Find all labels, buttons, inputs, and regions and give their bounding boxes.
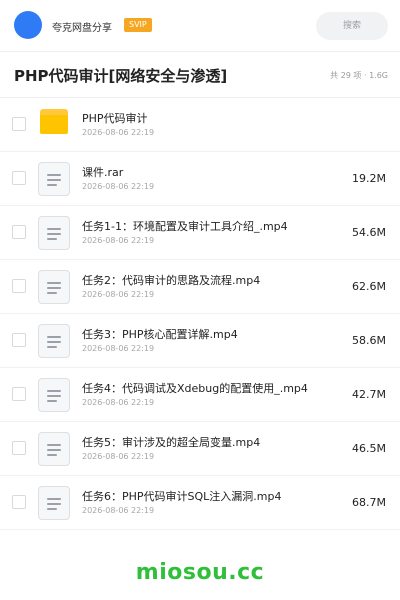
document-icon [38,162,70,196]
brand-name: 夸克网盘分享 [52,23,112,34]
file-name: 任务4：代码调试及Xdebug的配置使用_.mp4 [82,382,308,395]
file-date: 2026-08-06 22:19 [82,182,155,191]
search-button[interactable]: 搜索 [316,12,388,40]
file-date: 2026-08-06 22:19 [82,290,155,299]
file-name: 任务1-1：环境配置及审计工具介绍_.mp4 [82,220,288,233]
select-checkbox[interactable] [12,117,26,131]
file-date: 2026-08-06 22:19 [82,236,155,245]
document-icon [38,432,70,466]
svip-badge: SVIP [124,18,152,32]
select-checkbox[interactable] [12,225,26,239]
file-date: 2026-08-06 22:19 [82,398,155,407]
file-size: 58.6M [352,334,386,347]
file-name: 任务2：代码审计的思路及流程.mp4 [82,274,261,287]
file-size: 68.7M [352,496,386,509]
document-icon [38,270,70,304]
folder-icon [40,109,68,134]
document-icon [38,216,70,250]
file-name: 课件.rar [82,166,124,179]
list-item[interactable]: PHP代码审计 2026-08-06 22:19 [0,98,400,152]
select-checkbox[interactable] [12,387,26,401]
list-item[interactable]: 任务1-1：环境配置及审计工具介绍_.mp4 2026-08-06 22:19 … [0,206,400,260]
site-watermark: miosou.cc [135,560,265,585]
avatar[interactable] [14,11,42,39]
file-date: 2026-08-06 22:19 [82,452,155,461]
list-item[interactable]: 任务4：代码调试及Xdebug的配置使用_.mp4 2026-08-06 22:… [0,368,400,422]
document-icon [38,378,70,412]
document-icon [38,486,70,520]
file-name: 任务3：PHP核心配置详解.mp4 [82,328,238,341]
file-date: 2026-08-06 22:19 [82,128,155,137]
list-item[interactable]: 任务3：PHP核心配置详解.mp4 2026-08-06 22:19 58.6M [0,314,400,368]
select-checkbox[interactable] [12,171,26,185]
list-item[interactable]: 任务2：代码审计的思路及流程.mp4 2026-08-06 22:19 62.6… [0,260,400,314]
file-size: 42.7M [352,388,386,401]
document-icon [38,324,70,358]
select-checkbox[interactable] [12,495,26,509]
page-title: PHP代码审计[网络安全与渗透] [14,67,228,85]
file-date: 2026-08-06 22:19 [82,344,155,353]
file-size: 54.6M [352,226,386,239]
folder-header: PHP代码审计[网络安全与渗透] 共 29 项 · 1.6G [0,52,400,98]
file-name: PHP代码审计 [82,112,148,125]
list-item[interactable]: 任务5：审计涉及的超全局变量.mp4 2026-08-06 22:19 46.5… [0,422,400,476]
file-size: 62.6M [352,280,386,293]
file-size: 19.2M [352,172,386,185]
select-checkbox[interactable] [12,279,26,293]
file-name: 任务6：PHP代码审计SQL注入漏洞.mp4 [82,490,282,503]
folder-summary: 共 29 项 · 1.6G [330,71,388,80]
file-name: 任务5：审计涉及的超全局变量.mp4 [82,436,261,449]
select-checkbox[interactable] [12,333,26,347]
select-checkbox[interactable] [12,441,26,455]
list-item[interactable]: 课件.rar 2026-08-06 22:19 19.2M [0,152,400,206]
file-size: 46.5M [352,442,386,455]
file-date: 2026-08-06 22:19 [82,506,155,515]
top-bar: 夸克网盘分享 SVIP 搜索 [0,0,400,52]
file-list: PHP代码审计 2026-08-06 22:19 课件.rar 2026-08-… [0,98,400,530]
list-item[interactable]: 任务6：PHP代码审计SQL注入漏洞.mp4 2026-08-06 22:19 … [0,476,400,530]
